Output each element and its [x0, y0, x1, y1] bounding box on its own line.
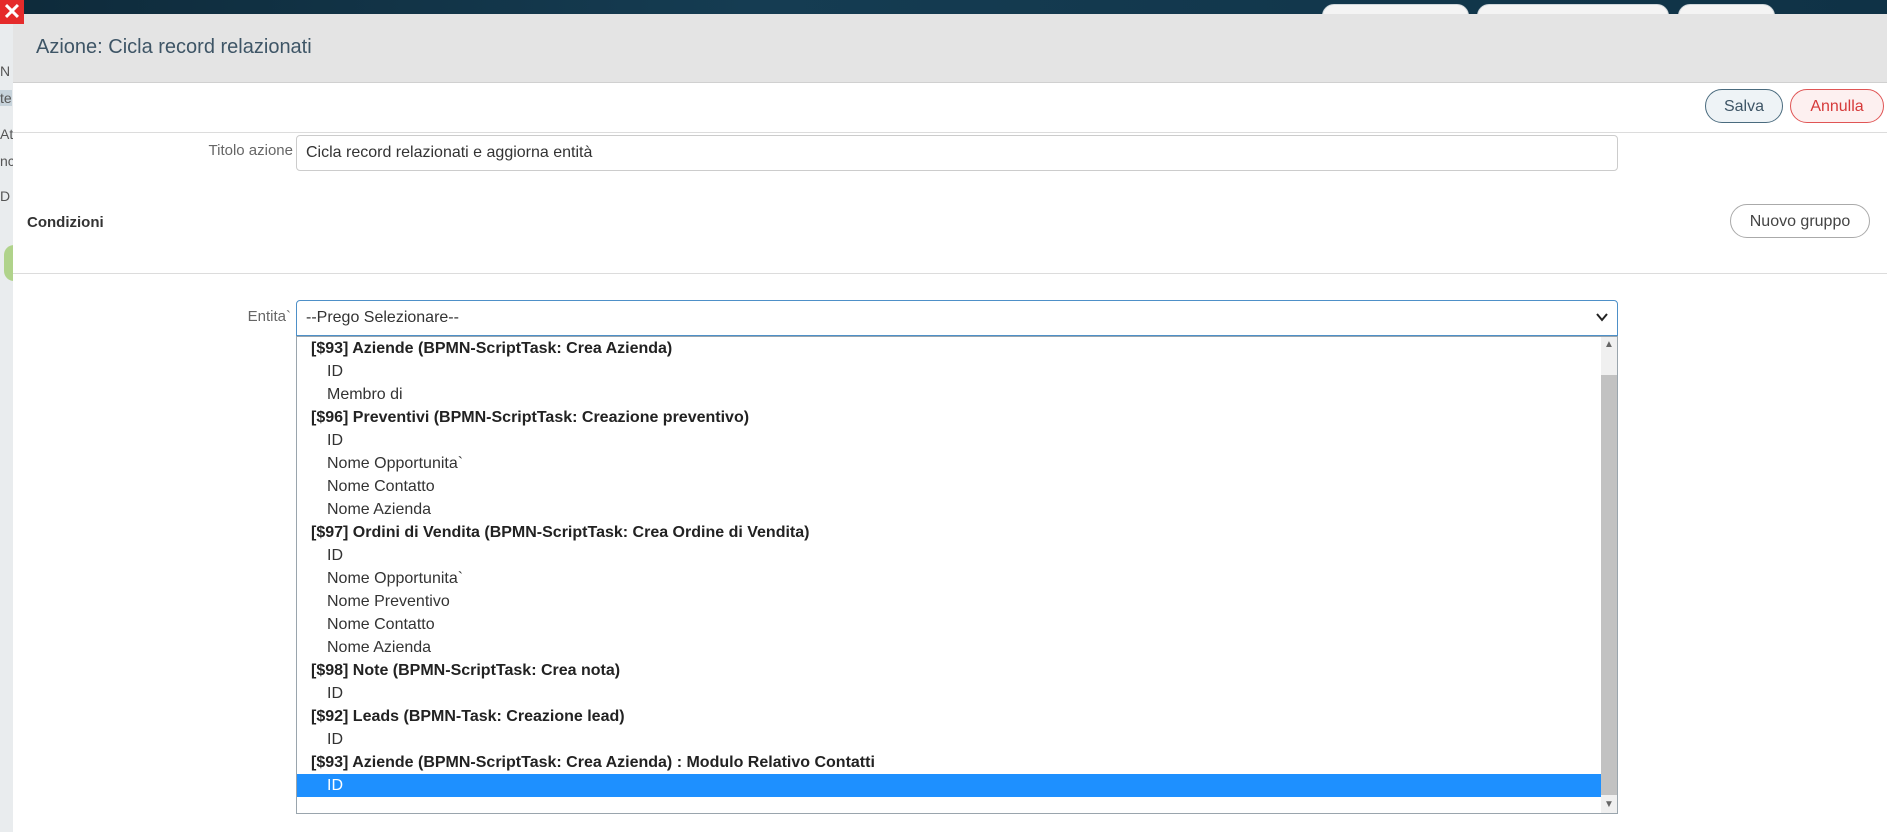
scrollbar-thumb[interactable]: [1601, 375, 1617, 795]
title-field-label: Titolo azione: [208, 142, 294, 159]
dropdown-option[interactable]: Nome Azienda: [297, 636, 1617, 659]
dropdown-option[interactable]: ID: [297, 544, 1617, 567]
background-text: N: [0, 63, 11, 79]
save-button[interactable]: Salva: [1705, 89, 1783, 123]
new-group-button[interactable]: Nuovo gruppo: [1730, 204, 1870, 238]
entity-field-label: Entita`: [247, 308, 291, 325]
entity-dropdown-list[interactable]: [$93] Aziende (BPMN-ScriptTask: Crea Azi…: [296, 336, 1618, 814]
background-text: D: [0, 188, 11, 204]
dropdown-option[interactable]: Membro di: [297, 383, 1617, 406]
dropdown-scrollbar[interactable]: ▲ ▼: [1601, 337, 1617, 813]
dropdown-option-group: [$93] Aziende (BPMN-ScriptTask: Crea Azi…: [311, 754, 875, 771]
dropdown-options: [$93] Aziende (BPMN-ScriptTask: Crea Azi…: [297, 337, 1617, 797]
dropdown-option-group: [$98] Note (BPMN-ScriptTask: Crea nota): [311, 662, 621, 679]
dropdown-option-group: [$96] Preventivi (BPMN-ScriptTask: Creaz…: [311, 409, 750, 426]
dropdown-option[interactable]: ID: [297, 360, 1617, 383]
background-text: te: [0, 90, 12, 106]
dropdown-option[interactable]: ID: [297, 682, 1617, 705]
entity-select[interactable]: --Prego Selezionare--: [296, 300, 1618, 336]
dropdown-option[interactable]: ID: [297, 728, 1617, 751]
background-text: At: [0, 126, 14, 142]
chevron-down-icon[interactable]: [1595, 301, 1609, 335]
dropdown-option-group: [$93] Aziende (BPMN-ScriptTask: Crea Azi…: [311, 340, 673, 357]
scroll-down-icon[interactable]: ▼: [1601, 797, 1617, 813]
conditions-title: Condizioni: [27, 214, 104, 231]
toolbar-divider: [13, 132, 1887, 133]
dropdown-option[interactable]: ID: [297, 429, 1617, 452]
dropdown-option[interactable]: Nome Opportunita`: [297, 567, 1617, 590]
modal-title: Azione: Cicla record relazionati: [36, 36, 312, 58]
dropdown-option[interactable]: ID: [297, 774, 1617, 797]
action-modal: Azione: Cicla record relazionati Salva A…: [13, 14, 1887, 832]
dropdown-option[interactable]: Nome Azienda: [297, 498, 1617, 521]
entity-select-value: --Prego Selezionare--: [306, 309, 459, 326]
dropdown-option[interactable]: Nome Contatto: [297, 475, 1617, 498]
dropdown-option[interactable]: Nome Contatto: [297, 613, 1617, 636]
dropdown-option-group: [$97] Ordini di Vendita (BPMN-ScriptTask…: [311, 524, 810, 541]
close-icon[interactable]: ✕: [0, 0, 24, 24]
cancel-button[interactable]: Annulla: [1790, 89, 1884, 123]
section-divider: [13, 273, 1887, 274]
modal-header: Azione: Cicla record relazionati: [13, 14, 1887, 83]
dropdown-option-group: [$92] Leads (BPMN-Task: Creazione lead): [311, 708, 625, 725]
scroll-up-icon[interactable]: ▲: [1601, 337, 1617, 353]
action-title-input[interactable]: Cicla record relazionati e aggiorna enti…: [296, 135, 1618, 171]
dropdown-option[interactable]: Nome Preventivo: [297, 590, 1617, 613]
dropdown-option[interactable]: Nome Opportunita`: [297, 452, 1617, 475]
